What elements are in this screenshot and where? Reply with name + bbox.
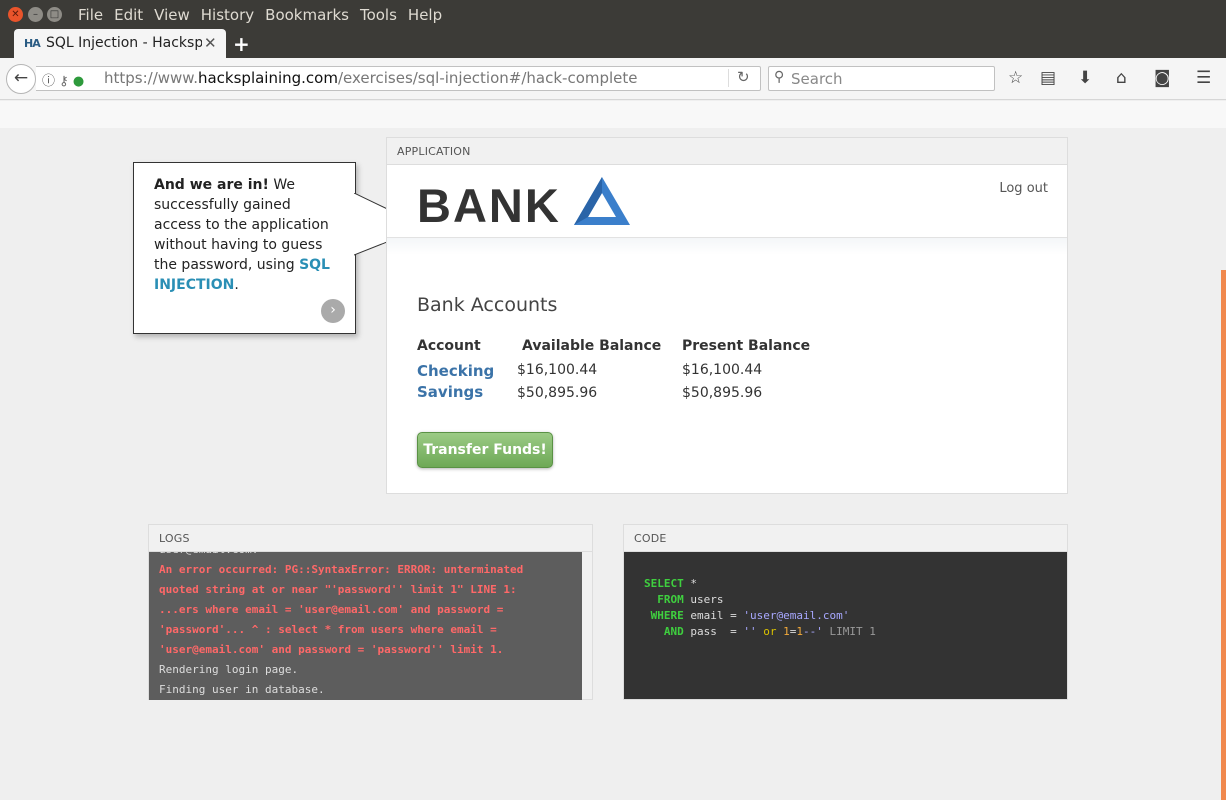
key-icon: ⚷ (59, 74, 69, 89)
checking-available: $16,100.44 (517, 362, 598, 378)
log-line: user@email.com. (159, 552, 572, 560)
code-string: 'user@email.com' (743, 609, 850, 622)
code-panel-title: CODE (624, 525, 1067, 552)
menu-view[interactable]: View (154, 6, 190, 24)
application-panel: APPLICATION BANK Log out Bank Accounts A… (386, 137, 1068, 494)
home-icon[interactable]: ⌂ (1116, 68, 1127, 88)
code-string: '' (743, 625, 757, 638)
checking-present: $16,100.44 (682, 362, 763, 378)
info-icon[interactable]: ⓘ (42, 74, 55, 89)
logout-link[interactable]: Log out (999, 181, 1048, 196)
search-placeholder: Search (791, 70, 843, 88)
tab-title: SQL Injection - Hacksplaining (46, 35, 202, 51)
code-line-from: FROM users (644, 592, 1047, 608)
url-path: /exercises/sql-injection#/hack-complete (337, 69, 638, 87)
content-top-strip (0, 101, 1226, 128)
favicon-icon: HA (24, 37, 41, 50)
log-error-line: quoted string at or near "'password'' li… (159, 583, 517, 596)
code-text: email = (683, 609, 744, 622)
pocket-icon[interactable]: ◙ (1154, 68, 1171, 88)
transfer-funds-button[interactable]: Transfer Funds! (417, 432, 553, 468)
code-number: 1 (796, 625, 803, 638)
url-separator (728, 69, 729, 87)
bank-logo-triangle-icon (574, 177, 630, 225)
tab-close-icon[interactable]: ✕ (204, 34, 217, 52)
menu-bookmarks[interactable]: Bookmarks (265, 6, 349, 24)
callout-end: . (234, 277, 239, 293)
application-panel-title: APPLICATION (387, 138, 1067, 165)
menu-edit[interactable]: Edit (114, 6, 143, 24)
code-operator: or (756, 625, 784, 638)
reading-list-icon[interactable]: ▤ (1040, 68, 1056, 88)
url-prefix: https://www. (104, 69, 198, 87)
page-scrollbar[interactable] (1221, 270, 1226, 800)
lock-icon: ● (72, 74, 85, 89)
next-step-button[interactable]: › (321, 299, 345, 323)
code-comment: LIMIT 1 (822, 625, 876, 638)
menu-file[interactable]: File (78, 6, 103, 24)
window-titlebar: ✕ – □ File Edit View History Bookmarks T… (0, 0, 1226, 30)
savings-available: $50,895.96 (517, 385, 598, 401)
logs-panel: LOGS user@email.com. An error occurred: … (148, 524, 593, 700)
hamburger-menu-icon[interactable]: ☰ (1196, 68, 1211, 88)
menu-tools[interactable]: Tools (360, 6, 397, 24)
header-divider (387, 237, 1067, 255)
log-error-line: 'password'... ^ : select * from users wh… (159, 623, 497, 636)
code-string: --' (802, 625, 823, 638)
close-window-icon[interactable]: ✕ (8, 7, 23, 22)
code-keyword: FROM (657, 593, 684, 606)
browser-tab[interactable]: HA SQL Injection - Hacksplaining ✕ (14, 29, 226, 59)
log-error-line: An error occurred: PG::SyntaxError: ERRO… (159, 563, 524, 576)
bank-logo-text: BANK (417, 179, 561, 232)
log-error-line: ...ers where email = 'user@email.com' an… (159, 603, 504, 616)
maximize-window-icon[interactable]: □ (47, 7, 62, 22)
log-line: Finding user in database. (159, 683, 325, 696)
search-icon: ⚲ (774, 69, 785, 85)
bank-accounts-heading: Bank Accounts (417, 294, 558, 316)
bookmark-star-icon[interactable]: ☆ (1008, 68, 1023, 88)
code-line-and: AND pass = '' or 1=1--' LIMIT 1 (644, 624, 1047, 640)
sql-code-block: SELECT * FROM users WHERE email = 'user@… (624, 552, 1067, 699)
reload-icon[interactable]: ↻ (737, 68, 750, 86)
code-panel: CODE SELECT * FROM users WHERE email = '… (623, 524, 1068, 700)
account-savings-link[interactable]: Savings (417, 383, 483, 401)
code-keyword: WHERE (650, 609, 684, 622)
code-number: 1 (783, 625, 790, 638)
downloads-icon[interactable]: ⬇ (1078, 68, 1092, 88)
menu-bar: File Edit View History Bookmarks Tools H… (78, 6, 453, 24)
column-account: Account (417, 338, 481, 354)
url-text[interactable]: https://www.hacksplaining.com/exercises/… (104, 69, 638, 87)
code-text: * (683, 577, 697, 590)
back-button[interactable]: ← (6, 64, 36, 94)
menu-history[interactable]: History (201, 6, 254, 24)
column-available-balance: Available Balance (522, 338, 662, 354)
column-present-balance: Present Balance (682, 338, 811, 354)
code-keyword: SELECT (644, 577, 684, 590)
code-keyword: AND (663, 625, 684, 638)
site-identity-icons[interactable]: ⓘ ⚷ ● (42, 70, 84, 89)
code-line-where: WHERE email = 'user@email.com' (644, 608, 1047, 624)
url-domain: hacksplaining.com (197, 69, 338, 87)
account-checking-link[interactable]: Checking (417, 362, 494, 380)
logs-output[interactable]: user@email.com. An error occurred: PG::S… (149, 552, 582, 700)
log-error-line: 'user@email.com' and password = 'passwor… (159, 643, 504, 656)
savings-present: $50,895.96 (682, 385, 763, 401)
minimize-window-icon[interactable]: – (28, 7, 43, 22)
search-input[interactable]: ⚲ Search (768, 66, 995, 91)
menu-help[interactable]: Help (408, 6, 442, 24)
code-text: users (683, 593, 724, 606)
callout-lead: And we are in! (154, 177, 269, 193)
code-text: pass = (683, 625, 744, 638)
new-tab-icon[interactable]: + (233, 32, 250, 56)
logs-panel-title: LOGS (149, 525, 592, 552)
log-line: Rendering login page. (159, 663, 299, 676)
code-line-select: SELECT * (644, 576, 1047, 592)
